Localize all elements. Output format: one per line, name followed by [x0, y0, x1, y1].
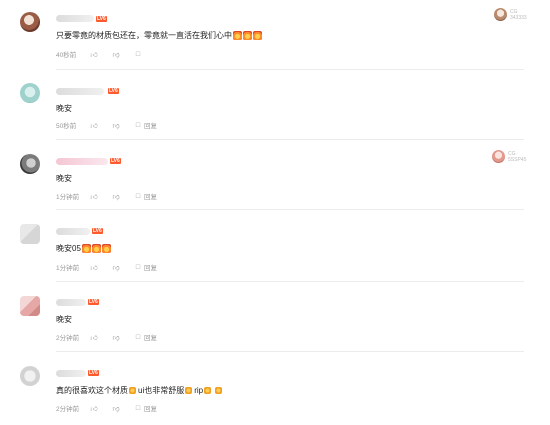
emoji-icon — [243, 31, 252, 40]
thumbs-down-icon[interactable]: 👎︎ — [112, 263, 120, 272]
thumbs-up-icon[interactable]: 👍︎ — [90, 263, 98, 272]
level-badge: LV6 — [92, 228, 103, 234]
thumbs-up-icon[interactable]: 👍︎ — [90, 192, 98, 201]
emoji-icon — [233, 31, 242, 40]
reply-button[interactable]: 回复 — [144, 120, 157, 130]
comment-text: 只要零竟的材质包还在，零竟就一直活在我们心中 — [56, 30, 262, 41]
comment-text: 晚安 — [56, 104, 72, 113]
timestamp: 2分钟前 — [56, 406, 80, 413]
comment-meta: 1分钟前 👍︎ 👎︎ □ 回复 — [56, 191, 157, 202]
comment-item: LV6 真的很喜欢这个材质 ui也非常舒服 rip 2分钟前 👍︎ 👎︎ □ 回… — [0, 352, 550, 425]
reply-button[interactable]: 回复 — [144, 191, 157, 201]
uploader-avatar — [492, 150, 505, 163]
thumbs-down-icon[interactable]: 👎︎ — [112, 50, 120, 59]
comment-text: 晚安 — [56, 315, 72, 324]
timestamp: 40秒前 — [56, 52, 77, 59]
thumbs-down-icon[interactable]: 👎︎ — [112, 121, 120, 130]
emoji-icon — [253, 31, 262, 40]
reply-button[interactable]: 回复 — [144, 403, 157, 413]
comment-meta: 50秒前 👍︎ 👎︎ □ 回复 — [56, 120, 157, 131]
timestamp: 1分钟前 — [56, 265, 80, 272]
emoji-icon — [81, 244, 91, 253]
emoji-icon — [91, 244, 101, 253]
emoji-icon — [129, 387, 136, 394]
avatar[interactable] — [20, 224, 40, 244]
comment-meta: 2分钟前 👍︎ 👎︎ □ 回复 — [56, 403, 157, 414]
timestamp: 50秒前 — [56, 123, 77, 130]
comment-item: LV6 晚安 1分钟前 👍︎ 👎︎ □ 回复 CG 5SSP45 — [0, 140, 550, 210]
comment-meta: 2分钟前 👍︎ 👎︎ □ 回复 — [56, 332, 157, 343]
comment-text: 晚安05 — [56, 243, 111, 254]
level-badge: LV6 — [110, 158, 121, 164]
thumbs-down-icon[interactable]: 👎︎ — [112, 192, 120, 201]
up-liked-indicator: CG 5SSP45 — [492, 150, 526, 163]
up-liked-indicator: CG 343333 — [494, 8, 527, 21]
username[interactable] — [56, 228, 90, 235]
uploader-tag: CG 5SSP45 — [508, 150, 527, 163]
emoji-icon — [215, 387, 223, 394]
thumbs-down-icon[interactable]: 👎︎ — [112, 404, 120, 413]
avatar[interactable] — [20, 366, 40, 386]
reply-icon[interactable]: □ — [134, 334, 142, 341]
username[interactable] — [56, 15, 94, 22]
uploader-tag: CG 343333 — [510, 8, 527, 21]
username[interactable] — [56, 88, 104, 95]
comment-item: LV6 只要零竟的材质包还在，零竟就一直活在我们心中 40秒前 👍︎ 👎︎ □ … — [0, 0, 550, 70]
username[interactable] — [56, 370, 86, 377]
avatar[interactable] — [20, 296, 40, 316]
thumbs-up-icon[interactable]: 👍︎ — [90, 404, 98, 413]
comment-text: 真的很喜欢这个材质 ui也非常舒服 rip — [56, 385, 223, 396]
reply-icon[interactable]: □ — [134, 405, 142, 412]
reply-button[interactable]: 回复 — [144, 262, 157, 272]
emoji-icon — [204, 387, 212, 394]
comment-text: 晚安 — [56, 174, 72, 183]
reply-button[interactable]: 回复 — [144, 332, 157, 342]
timestamp: 2分钟前 — [56, 335, 80, 342]
comment-item: LV6 晚安 2分钟前 👍︎ 👎︎ □ 回复 — [0, 282, 550, 352]
thumbs-down-icon[interactable]: 👎︎ — [112, 333, 120, 342]
comment-item: LV6 晚安05 1分钟前 👍︎ 👎︎ □ 回复 — [0, 210, 550, 282]
reply-icon[interactable]: □ — [134, 193, 142, 200]
uploader-avatar — [494, 8, 507, 21]
level-badge: LV6 — [96, 16, 107, 22]
thumbs-up-icon[interactable]: 👍︎ — [90, 121, 98, 130]
reply-icon[interactable]: □ — [134, 264, 142, 271]
comment-meta: 40秒前 👍︎ 👎︎ □ — [56, 49, 144, 60]
reply-icon[interactable]: □ — [134, 51, 142, 58]
level-badge: LV6 — [88, 299, 99, 305]
thumbs-up-icon[interactable]: 👍︎ — [90, 50, 98, 59]
avatar[interactable] — [20, 83, 40, 103]
avatar[interactable] — [20, 12, 40, 32]
avatar[interactable] — [20, 154, 40, 174]
thumbs-up-icon[interactable]: 👍︎ — [90, 333, 98, 342]
level-badge: LV6 — [88, 370, 99, 376]
level-badge: LV6 — [108, 88, 119, 94]
username[interactable] — [56, 158, 108, 165]
reply-icon[interactable]: □ — [134, 122, 142, 129]
comment-item: LV6 晚安 50秒前 👍︎ 👎︎ □ 回复 — [0, 70, 550, 140]
emoji-icon — [185, 387, 193, 394]
username[interactable] — [56, 299, 86, 306]
comment-meta: 1分钟前 👍︎ 👎︎ □ 回复 — [56, 262, 157, 273]
timestamp: 1分钟前 — [56, 194, 80, 201]
emoji-icon — [101, 244, 111, 253]
